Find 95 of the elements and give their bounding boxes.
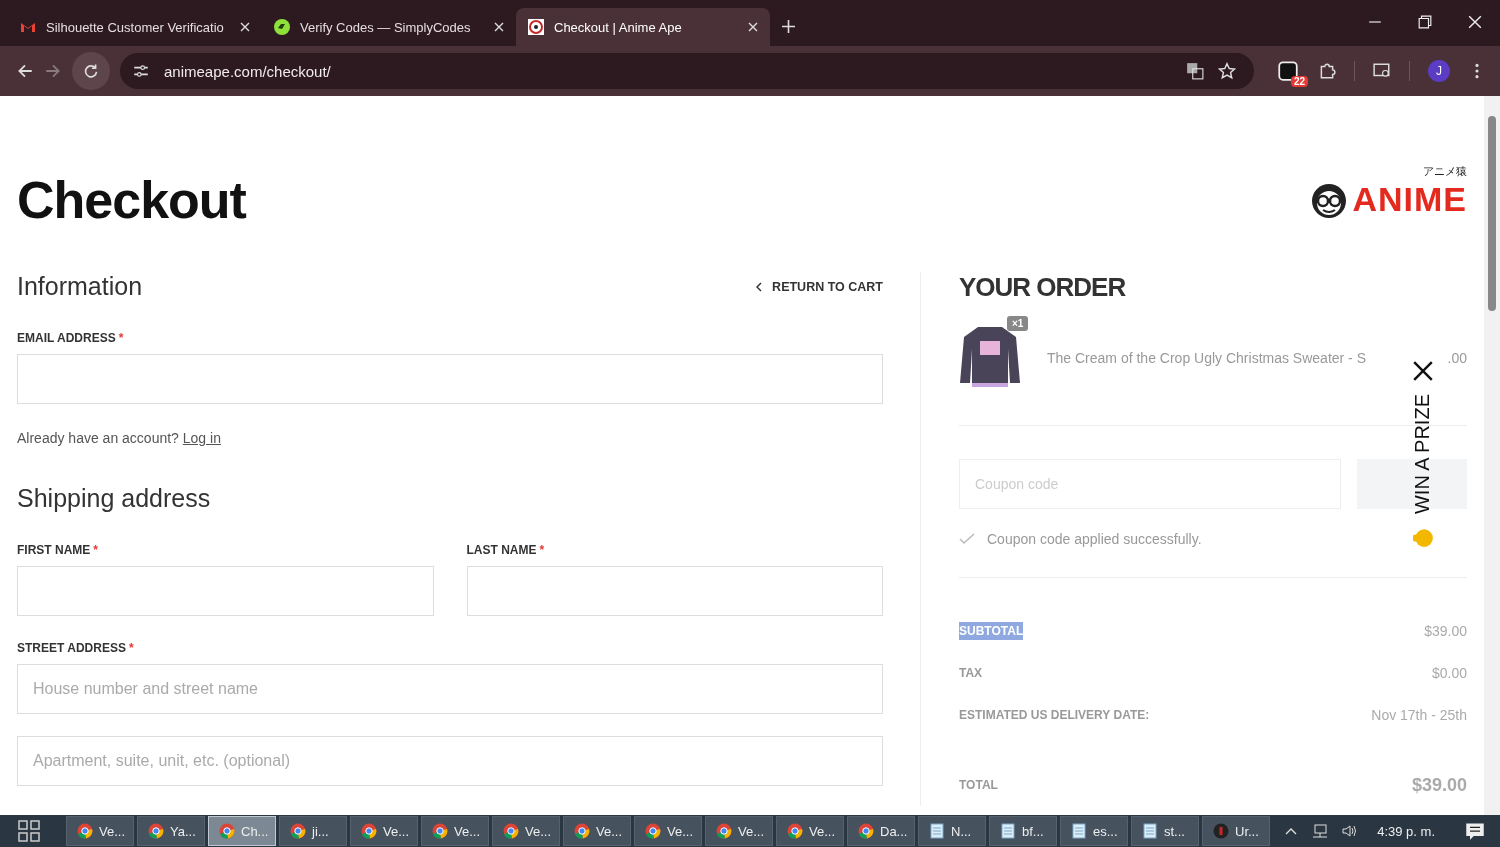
taskbar-button[interactable]: Ya... [137, 816, 205, 846]
required-mark: * [118, 331, 124, 345]
section-heading: Shipping address [17, 484, 212, 513]
taskbar-button[interactable]: Ve... [563, 816, 631, 846]
login-link[interactable]: Log in [182, 430, 221, 446]
reload-icon[interactable] [72, 52, 110, 90]
task-view-icon[interactable] [17, 819, 41, 843]
total-value: $39.00 [1424, 623, 1467, 639]
field-label: LAST NAME [466, 543, 537, 557]
app-icon [1213, 823, 1229, 839]
total-label: ESTIMATED US DELIVERY DATE: [959, 707, 1150, 724]
browser-icon [432, 823, 448, 839]
chevron-left-icon [756, 281, 763, 292]
taskbar-button[interactable]: st... [1131, 816, 1199, 846]
taskbar-button[interactable]: Ve... [776, 816, 844, 846]
field-label: EMAIL ADDRESS [17, 331, 116, 345]
product-name: The Cream of the Crop Ugly Christmas Sweater - S [1047, 350, 1367, 366]
money-bag-icon [1411, 526, 1434, 549]
browser-tab[interactable]: Verify Codes — SimplyCodes [262, 8, 516, 46]
return-to-cart-link[interactable]: RETURN TO CART [756, 279, 883, 294]
taskbar-button[interactable]: bf... [989, 816, 1057, 846]
taskbar-button[interactable]: Ve... [492, 816, 560, 846]
browser-icon [858, 823, 874, 839]
required-mark: * [93, 543, 98, 557]
total-label: TOTAL [959, 777, 998, 794]
section-heading: YOUR ORDER [959, 272, 1127, 303]
browser-tab[interactable]: Silhouette Customer Verificatio [8, 8, 262, 46]
field-label: STREET ADDRESS [17, 641, 126, 655]
tag-icon [274, 19, 290, 35]
street-address-field[interactable]: House number and street name [17, 664, 883, 714]
apartment-field[interactable]: Apartment, suite, unit, etc. (optional) [17, 736, 883, 786]
puzzle-icon[interactable] [1318, 62, 1336, 80]
required-mark: * [128, 641, 134, 655]
total-label: TAX [959, 665, 983, 682]
taskbar-button[interactable]: Da... [847, 816, 915, 846]
taskbar-button[interactable]: Ve... [705, 816, 773, 846]
last-name-field[interactable] [466, 566, 883, 616]
browser-icon [219, 823, 235, 839]
browser-icon [361, 823, 377, 839]
page-title: Checkout [17, 170, 246, 230]
taskbar-button[interactable]: N... [918, 816, 986, 846]
total-value: $39.00 [1411, 774, 1467, 796]
success-message: Coupon code applied successfully. [987, 531, 1202, 547]
clock[interactable]: 4:39 p. m. [1377, 823, 1435, 839]
notification-icon[interactable] [1465, 821, 1485, 841]
taskbar-button[interactable]: es... [1060, 816, 1128, 846]
login-prompt: Already have an account? Log in [17, 430, 222, 446]
browser-icon [77, 823, 93, 839]
first-name-field[interactable] [17, 566, 434, 616]
restore-icon[interactable] [1418, 15, 1432, 29]
notification-badge: 22 [1290, 76, 1308, 87]
browser-icon [290, 823, 306, 839]
check-icon [959, 533, 975, 545]
scrollbar[interactable] [1484, 96, 1500, 815]
browser-tab[interactable]: Checkout | Anime Ape [516, 8, 770, 46]
notepad-icon [1142, 823, 1158, 839]
logo-subtitle: アニメ猿 [1423, 164, 1467, 179]
required-mark: * [539, 543, 545, 557]
taskbar-button[interactable]: Ve... [350, 816, 418, 846]
win-a-prize-tab[interactable]: WIN A PRIZE [1411, 394, 1434, 515]
address-bar[interactable]: animeape.com/checkout/ [120, 53, 1254, 89]
browser-icon [787, 823, 803, 839]
quantity-badge: ×1 [1007, 316, 1029, 331]
taskbar-button[interactable]: Ve... [421, 816, 489, 846]
email-field[interactable] [17, 354, 883, 404]
notepad-icon [1071, 823, 1087, 839]
browser-icon [574, 823, 590, 839]
close-icon[interactable] [1411, 360, 1434, 382]
notepad-icon [929, 823, 945, 839]
section-heading: Information [17, 272, 143, 301]
back-icon[interactable] [16, 62, 34, 80]
forward-icon[interactable] [44, 62, 62, 80]
taskbar-button[interactable]: Ur... [1202, 816, 1270, 846]
browser-icon [716, 823, 732, 839]
taskbar-button[interactable]: Ve... [634, 816, 702, 846]
star-icon[interactable] [1218, 62, 1236, 80]
taskbar-button[interactable]: Ve... [66, 816, 134, 846]
browser-icon [148, 823, 164, 839]
notepad-icon [1000, 823, 1016, 839]
taskbar-button[interactable]: ji... [279, 816, 347, 846]
profile-avatar[interactable]: J [1428, 60, 1450, 82]
total-label: SUBTOTAL [959, 622, 1024, 640]
product-price: .00 [1447, 350, 1467, 366]
new-tab-icon[interactable] [782, 20, 795, 33]
total-value: $0.00 [1431, 665, 1467, 681]
speaker-icon[interactable] [1341, 823, 1358, 839]
translate-icon[interactable] [1186, 62, 1204, 80]
logo-wordmark: ANIME [1352, 179, 1467, 219]
browser-icon [645, 823, 661, 839]
site-settings-icon[interactable] [132, 62, 150, 80]
total-value: Nov 17th - 25th [1371, 707, 1467, 723]
browser-icon [503, 823, 519, 839]
field-label: FIRST NAME [17, 543, 91, 557]
network-icon[interactable] [1312, 823, 1329, 839]
search-icon[interactable] [1373, 62, 1391, 80]
